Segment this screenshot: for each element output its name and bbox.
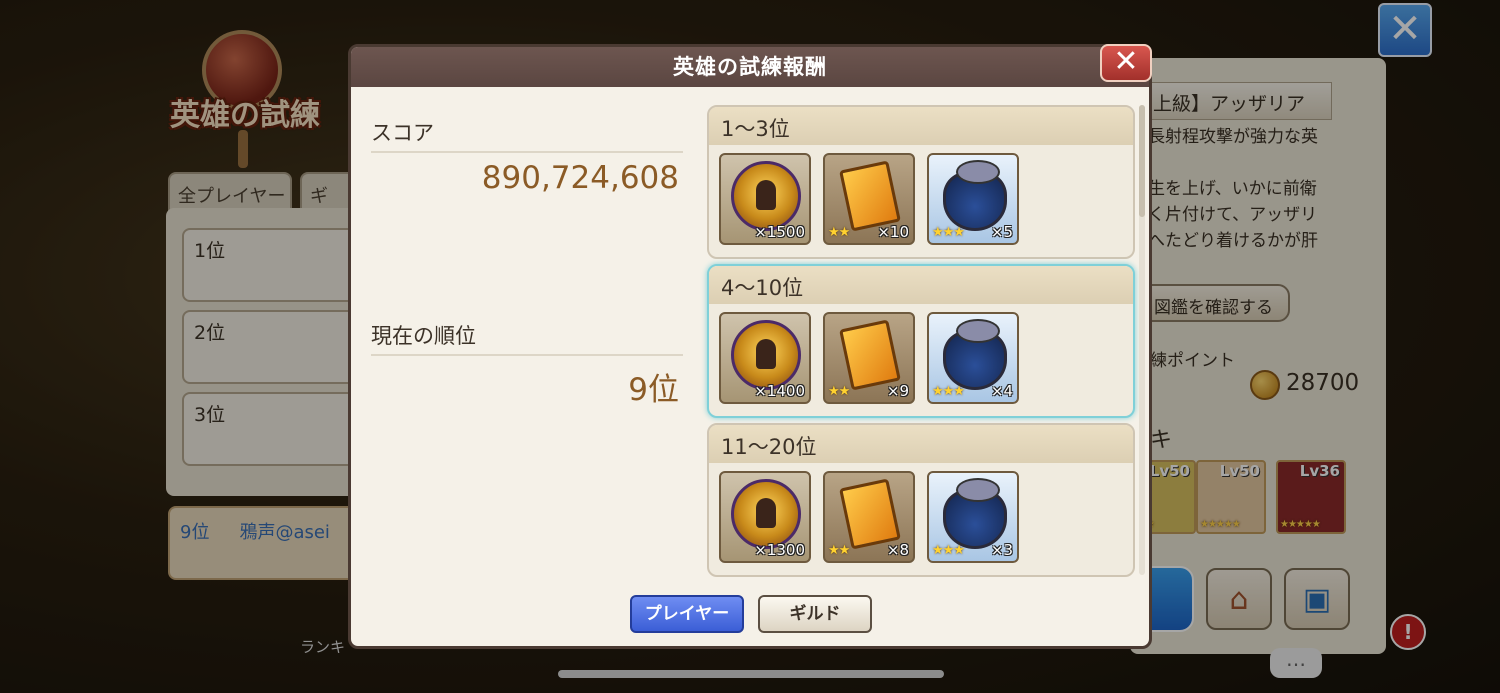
- item-quantity: ×1400: [754, 382, 805, 400]
- dialog-title: 英雄の試練報酬: [351, 47, 1149, 87]
- reward-item-bag[interactable]: ★★★ ×4: [927, 312, 1019, 404]
- close-dialog-button[interactable]: ✕: [1100, 44, 1152, 82]
- treasure-bag-icon: [943, 160, 1007, 231]
- current-rank-value: 9位: [628, 372, 679, 408]
- reward-item-medal[interactable]: ×1400: [719, 312, 811, 404]
- close-icon: ✕: [1113, 44, 1139, 79]
- reward-tier: 1〜3位 ×1500 ★★ ×10 ★★★ ×5: [707, 105, 1135, 259]
- home-indicator[interactable]: [558, 670, 944, 678]
- scrollbar-thumb[interactable]: [1139, 105, 1145, 217]
- treasure-bag-icon: [943, 319, 1007, 390]
- item-stars: ★★: [828, 543, 850, 558]
- skill-book-icon: [839, 319, 901, 391]
- skill-book-icon: [839, 160, 901, 232]
- reward-item-medal[interactable]: ×1300: [719, 471, 811, 563]
- item-quantity: ×10: [877, 223, 909, 241]
- divider: [371, 151, 683, 153]
- guild-rewards-button[interactable]: ギルド: [758, 595, 872, 633]
- reward-item-book[interactable]: ★★ ×9: [823, 312, 915, 404]
- skill-book-icon: [839, 478, 901, 550]
- tier-label: 4〜10位: [709, 266, 1133, 304]
- item-stars: ★★★: [932, 384, 965, 399]
- trial-medal-icon: [731, 479, 801, 549]
- item-quantity: ×1300: [754, 541, 805, 559]
- trial-medal-icon: [731, 161, 801, 231]
- item-stars: ★★: [828, 384, 850, 399]
- reward-tier: 11〜20位 ×1300 ★★ ×8 ★★★ ×3: [707, 423, 1135, 577]
- item-quantity: ×3: [990, 541, 1013, 559]
- divider: [371, 354, 683, 356]
- score-label: スコア: [371, 121, 434, 145]
- rewards-dialog: 英雄の試練報酬 スコア 890,724,608 現在の順位 9位 1〜3位 ×1…: [348, 44, 1152, 649]
- player-rewards-button[interactable]: プレイヤー: [630, 595, 744, 633]
- score-value: 890,724,608: [481, 160, 679, 196]
- item-quantity: ×1500: [754, 223, 805, 241]
- reward-item-book[interactable]: ★★ ×8: [823, 471, 915, 563]
- item-quantity: ×5: [990, 223, 1013, 241]
- reward-tier-current: 4〜10位 ×1400 ★★ ×9 ★★★ ×4: [707, 264, 1135, 418]
- reward-item-bag[interactable]: ★★★ ×5: [927, 153, 1019, 245]
- reward-item-medal[interactable]: ×1500: [719, 153, 811, 245]
- reward-list-scrollbar[interactable]: [1139, 105, 1145, 575]
- item-quantity: ×4: [990, 382, 1013, 400]
- item-stars: ★★★: [932, 225, 965, 240]
- item-stars: ★★★: [932, 543, 965, 558]
- treasure-bag-icon: [943, 478, 1007, 549]
- reward-item-book[interactable]: ★★ ×10: [823, 153, 915, 245]
- trial-medal-icon: [731, 320, 801, 390]
- item-quantity: ×9: [886, 382, 909, 400]
- item-quantity: ×8: [886, 541, 909, 559]
- reward-item-bag[interactable]: ★★★ ×3: [927, 471, 1019, 563]
- tier-label: 11〜20位: [709, 425, 1133, 463]
- item-stars: ★★: [828, 225, 850, 240]
- current-rank-label: 現在の順位: [371, 324, 476, 348]
- tier-label: 1〜3位: [709, 107, 1133, 145]
